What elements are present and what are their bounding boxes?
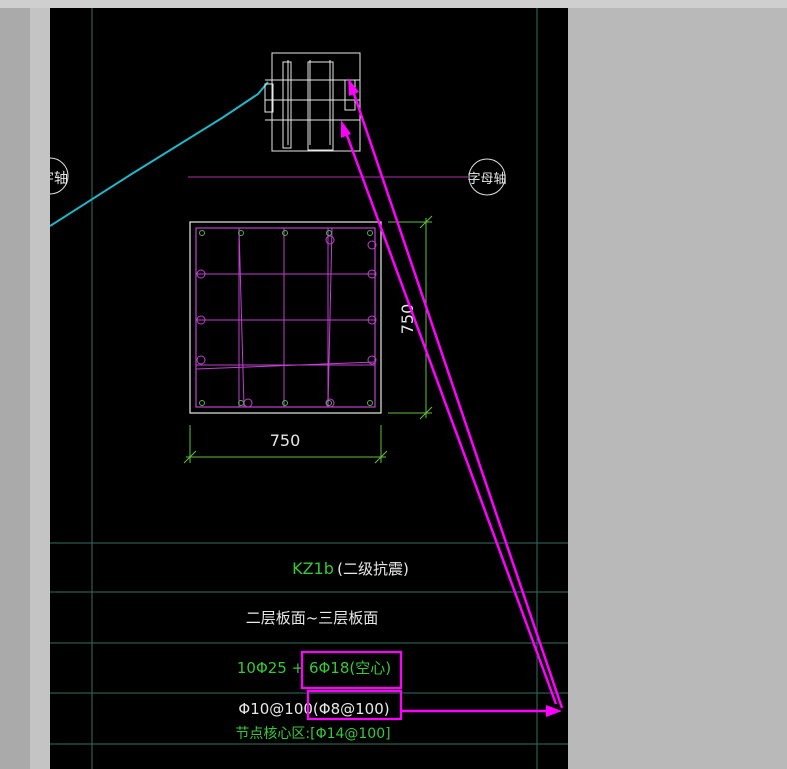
rebar-main: 10Φ25 + 6Φ18(空心) [237, 659, 391, 677]
grid-lines [50, 8, 568, 769]
floor-range: 二层板面~三层板面 [246, 609, 379, 627]
column-section [189, 221, 382, 414]
axis-bubble-left: 字轴 [40, 157, 69, 195]
seismic-grade: (二级抗震) [337, 560, 409, 578]
column-name: KZ1b [292, 559, 334, 578]
cad-drawing-svg[interactable]: 字轴 字母轴 750 750 KZ1b (二级抗震) 二层板面~三层板面 10Φ… [0, 0, 787, 769]
axis-bubble-left-label: 字轴 [40, 171, 68, 187]
dimension-horizontal-label: 750 [270, 431, 301, 450]
axis-bubble-right-label: 字母轴 [467, 172, 506, 187]
joint-core-spec: 节点核心区:[Φ14@100] [235, 726, 390, 742]
axis-bubble-right: 字母轴 [467, 158, 507, 196]
stirrup-spec: Φ10@100(Φ8@100) [238, 700, 389, 718]
cyan-leader-line [50, 81, 269, 227]
small-rebar-detail [264, 52, 361, 152]
